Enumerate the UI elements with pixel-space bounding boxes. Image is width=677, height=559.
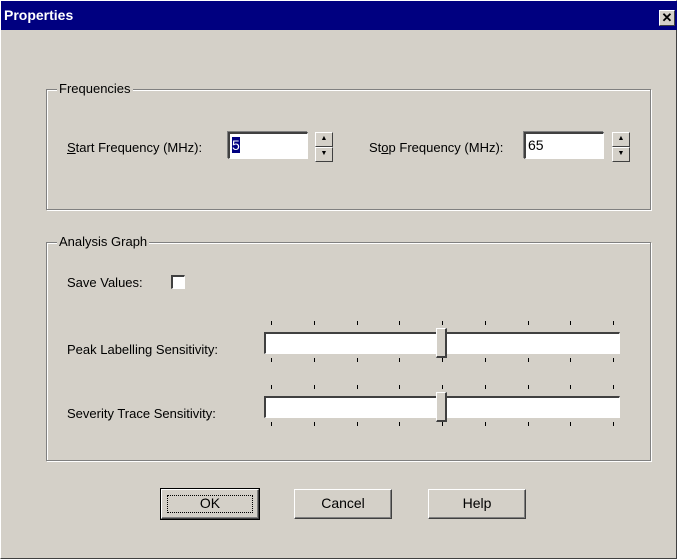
peak-labelling-sensitivity-slider-tick-bottom [314,358,315,362]
severity-trace-sensitivity-slider-tick-bottom [528,422,529,426]
severity-trace-sensitivity-slider-tick-top [570,385,571,389]
severity-trace-sensitivity-slider-tick-bottom [271,422,272,426]
peak-labelling-sensitivity-slider-tick-bottom [528,358,529,362]
start-frequency-value: 5 [232,137,240,153]
peak-labelling-sensitivity-slider-tick-top [357,321,358,325]
ok-focus-rect [167,495,253,513]
frequencies-group-label: Frequencies [57,81,133,96]
peak-labelling-sensitivity-slider-tick-bottom [613,358,614,362]
stop-frequency-down-button[interactable]: ▼ [612,147,630,162]
peak-labelling-sensitivity-slider-tick-top [613,321,614,325]
close-icon[interactable]: ✕ [659,10,675,26]
start-frequency-up-button[interactable]: ▲ [315,132,333,147]
stop-frequency-spinner[interactable]: ▲ ▼ [612,132,630,162]
start-frequency-down-button[interactable]: ▼ [315,147,333,162]
severity-trace-sensitivity-slider-tick-top [485,385,486,389]
peak-labelling-sensitivity-slider-thumb[interactable] [436,328,447,358]
window-title: Properties [4,7,74,23]
severity-trace-sensitivity-slider-tick-top [314,385,315,389]
peak-labelling-sensitivity-slider-tick-bottom [357,358,358,362]
cancel-button[interactable]: Cancel [294,489,392,519]
peak-labelling-sensitivity-slider-tick-top [314,321,315,325]
peak-labelling-sensitivity-slider-tick-bottom [399,358,400,362]
save-values-checkbox[interactable] [171,275,185,289]
analysis-graph-group-label: Analysis Graph [57,234,150,249]
title-bar[interactable]: Properties ✕ [1,1,677,30]
severity-trace-sensitivity-slider-tick-top [399,385,400,389]
severity-trace-sensitivity-slider-tick-top [442,385,443,389]
ok-button[interactable]: OK [160,488,260,520]
severity-trace-sensitivity-slider-tick-bottom [357,422,358,426]
help-button[interactable]: Help [428,489,526,519]
peak-labelling-sensitivity-slider-tick-top [399,321,400,325]
peak-labelling-sensitivity-slider-tick-top [485,321,486,325]
start-frequency-spinner[interactable]: ▲ ▼ [315,132,333,162]
peak-labelling-sensitivity-slider-tick-top [442,321,443,325]
stop-frequency-up-button[interactable]: ▲ [612,132,630,147]
peak-labelling-sensitivity-slider-tick-top [528,321,529,325]
start-frequency-label: Start Frequency (MHz): [67,140,203,155]
peak-labelling-sensitivity-label: Peak Labelling Sensitivity: [67,342,219,357]
severity-trace-sensitivity-slider-tick-bottom [485,422,486,426]
severity-trace-sensitivity-slider-tick-top [357,385,358,389]
peak-labelling-sensitivity-slider-tick-top [271,321,272,325]
peak-labelling-sensitivity-slider-tick-bottom [570,358,571,362]
severity-trace-sensitivity-slider-tick-top [271,385,272,389]
severity-trace-sensitivity-label: Severity Trace Sensitivity: [67,406,216,421]
properties-dialog: Properties ✕ Frequencies Start Frequency… [0,0,677,559]
stop-frequency-label: Stop Frequency (MHz): [369,140,504,155]
start-frequency-input[interactable]: 5 [228,132,308,159]
severity-trace-sensitivity-slider-tick-bottom [570,422,571,426]
stop-frequency-value: 65 [528,137,544,153]
peak-labelling-sensitivity-slider-tick-bottom [485,358,486,362]
severity-trace-sensitivity-slider-thumb[interactable] [436,392,447,422]
help-button-label: Help [462,495,492,511]
severity-trace-sensitivity-slider-tick-top [528,385,529,389]
severity-trace-sensitivity-slider-tick-top [613,385,614,389]
severity-trace-sensitivity-slider-tick-bottom [314,422,315,426]
peak-labelling-sensitivity-slider-tick-bottom [442,358,443,362]
severity-trace-sensitivity-slider-tick-bottom [399,422,400,426]
save-values-label: Save Values: [67,275,143,290]
severity-trace-sensitivity-slider-tick-bottom [613,422,614,426]
stop-frequency-input[interactable]: 65 [524,132,604,159]
severity-trace-sensitivity-slider-tick-bottom [442,422,443,426]
cancel-button-label: Cancel [321,495,365,511]
peak-labelling-sensitivity-slider-tick-bottom [271,358,272,362]
peak-labelling-sensitivity-slider-tick-top [570,321,571,325]
